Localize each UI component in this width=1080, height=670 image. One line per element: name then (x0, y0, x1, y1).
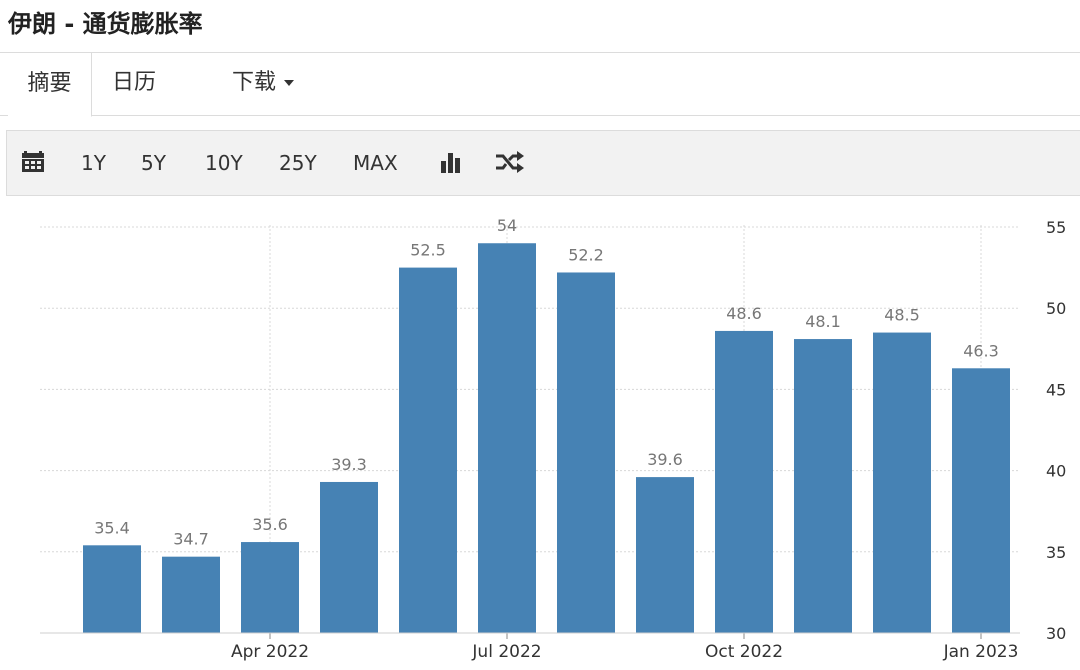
y-tick-label: 40 (1046, 462, 1066, 481)
shuffle-icon[interactable] (495, 151, 525, 173)
y-axis: 30 35 40 45 50 55 (1046, 218, 1066, 643)
bar (241, 542, 299, 633)
data-label: 39.6 (647, 450, 683, 469)
data-label: 39.3 (331, 455, 367, 474)
tab-summary[interactable]: 摘要 (8, 52, 92, 117)
tab-download-label: 下载 (232, 70, 277, 95)
tab-download[interactable]: 下载 (232, 52, 312, 116)
data-label: 48.5 (884, 306, 920, 325)
y-tick-label: 50 (1046, 299, 1066, 318)
data-label: 46.3 (963, 341, 999, 360)
chart-bars (83, 243, 1010, 634)
calendar-icon[interactable] (21, 149, 45, 173)
data-label: 48.6 (726, 304, 762, 323)
bar (478, 243, 536, 634)
bar (794, 339, 852, 633)
x-tick-label: Apr 2022 (231, 642, 309, 662)
x-tick-label: Jul 2022 (471, 642, 541, 662)
data-label: 34.7 (173, 530, 209, 549)
bar (715, 330, 773, 633)
data-label: 54 (497, 216, 517, 235)
range-5y-button[interactable]: 5Y (141, 131, 166, 195)
y-tick-label: 30 (1046, 624, 1066, 643)
page-title: 伊朗 - 通货膨胀率 (8, 10, 203, 38)
x-tick-label: Oct 2022 (705, 642, 783, 662)
bar (952, 368, 1010, 633)
bar (873, 332, 931, 633)
tab-calendar-label: 日历 (112, 70, 157, 95)
chart-value-labels: 35.4 34.7 35.6 39.3 52.5 54 52.2 39.6 48.6 48.1 48… (94, 216, 999, 548)
bar-chart-icon[interactable] (439, 151, 463, 173)
range-max-button[interactable]: MAX (353, 131, 398, 195)
bar (83, 545, 141, 633)
y-tick-label: 45 (1046, 380, 1066, 399)
tab-summary-label: 摘要 (27, 71, 72, 96)
bar (636, 477, 694, 633)
data-label: 35.4 (94, 518, 130, 537)
chart-toolbar: 1Y 5Y 10Y 25Y MAX (6, 130, 1080, 196)
tab-bar: 摘要 日历 下载 (0, 52, 1080, 117)
x-tick-label: Jan 2023 (943, 642, 1019, 662)
range-10y-button[interactable]: 10Y (205, 131, 243, 195)
range-25y-button[interactable]: 25Y (279, 131, 317, 195)
bar (162, 556, 220, 633)
bar (399, 267, 457, 633)
data-label: 35.6 (252, 515, 288, 534)
chevron-down-icon (284, 80, 295, 86)
data-label: 48.1 (805, 312, 841, 331)
y-tick-label: 55 (1046, 218, 1066, 237)
range-1y-button[interactable]: 1Y (81, 131, 106, 195)
bar (320, 481, 378, 633)
inflation-bar-chart: 35.4 34.7 35.6 39.3 52.5 54 52.2 39.6 48.6 48.1 48… (40, 216, 1066, 662)
tab-calendar[interactable]: 日历 (112, 52, 172, 116)
data-label: 52.2 (568, 245, 604, 264)
bar (557, 272, 615, 633)
y-tick-label: 35 (1046, 543, 1066, 562)
x-axis: Apr 2022 Jul 2022 Oct 2022 Jan 2023 (40, 632, 1020, 662)
data-label: 52.5 (410, 241, 446, 260)
